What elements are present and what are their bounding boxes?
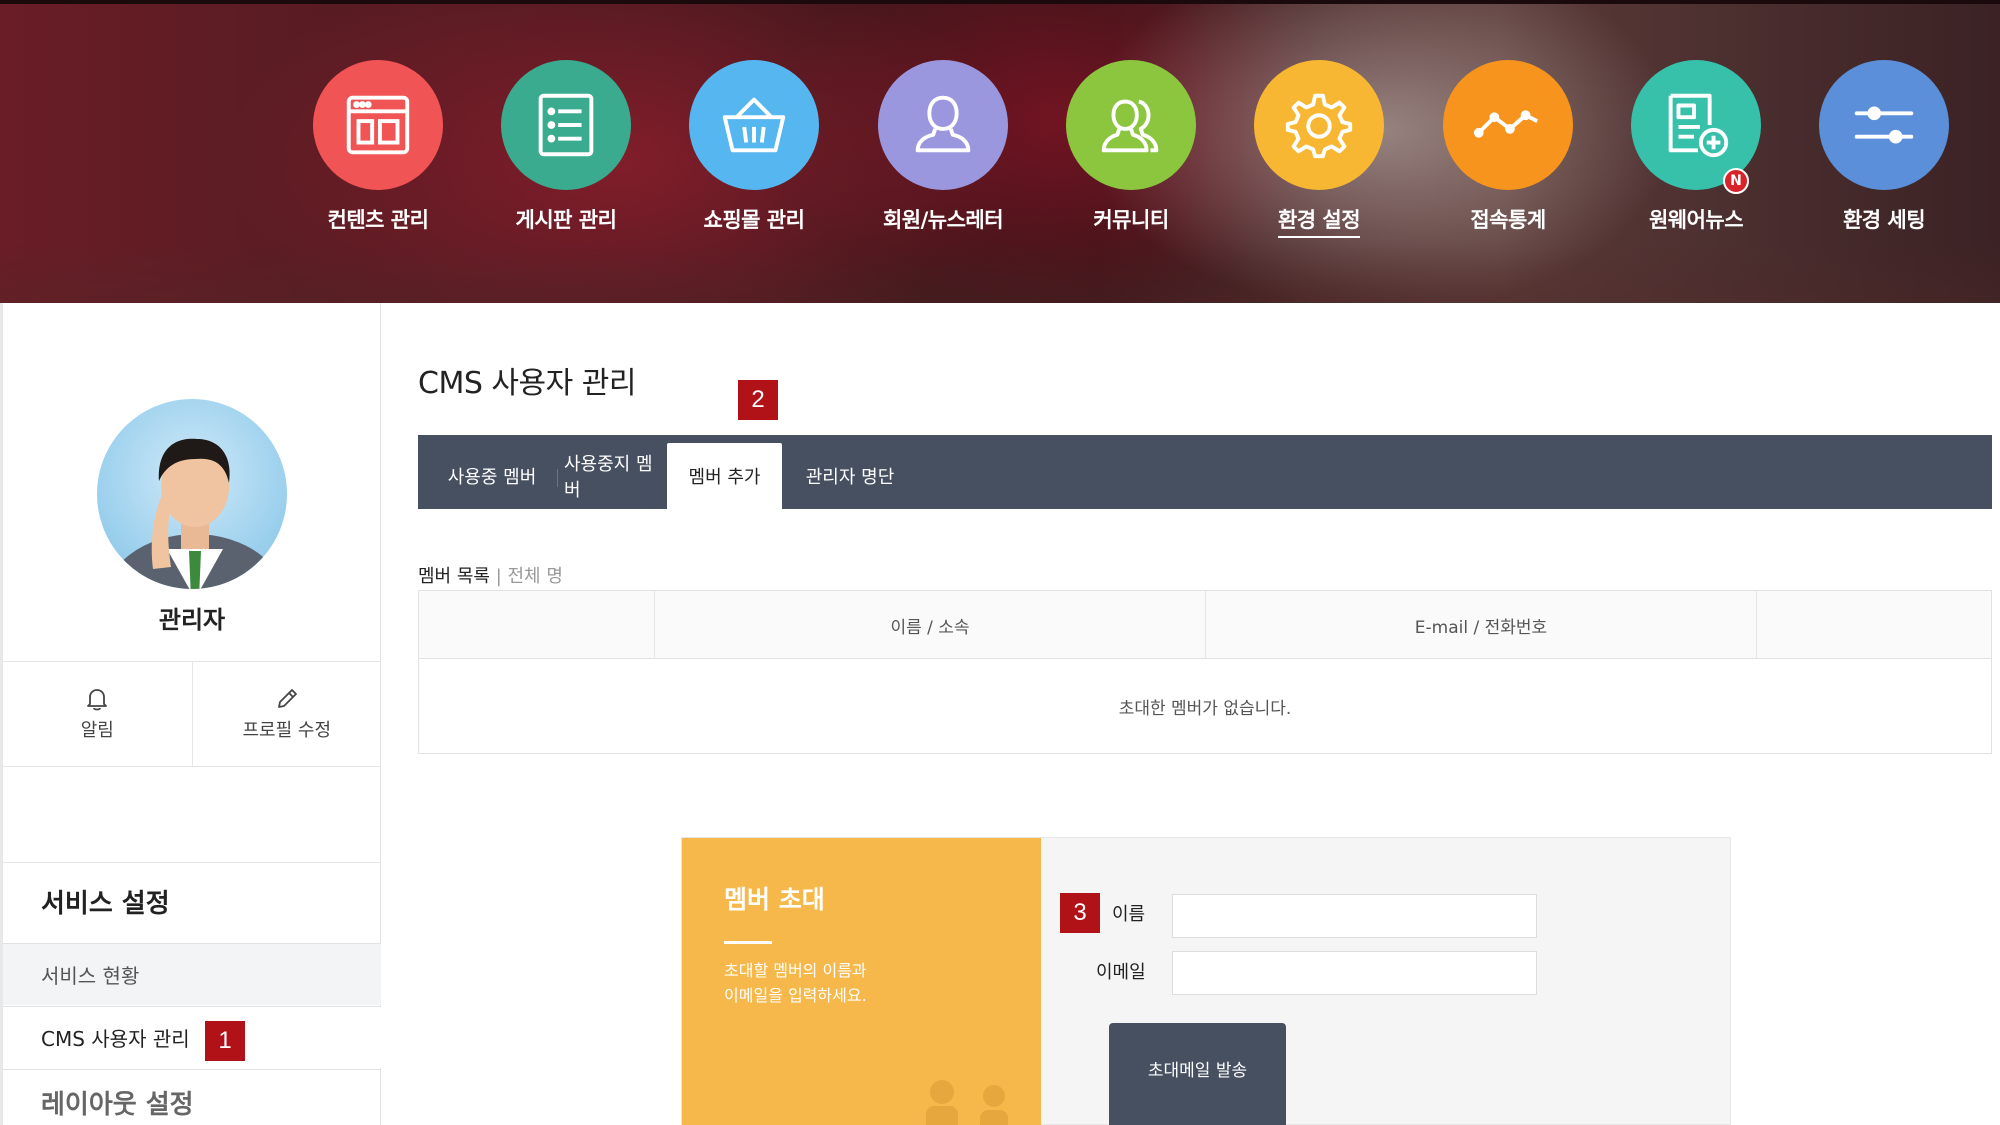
menu-community[interactable]: 커뮤니티 bbox=[1036, 60, 1226, 250]
menu-label: 원웨어뉴스 bbox=[1648, 208, 1744, 232]
tab-active-members[interactable]: 사용중 멤버 bbox=[432, 443, 552, 509]
new-badge: N bbox=[1723, 168, 1749, 194]
edit-profile-label: 프로필 수정 bbox=[242, 720, 332, 741]
email-input[interactable] bbox=[1172, 951, 1537, 995]
send-invite-button[interactable]: 초대메일 발송 bbox=[1109, 1023, 1286, 1125]
content-circle bbox=[313, 60, 443, 190]
edit-profile-button[interactable]: 프로필 수정 bbox=[191, 662, 382, 766]
profile-name: 관리자 bbox=[158, 606, 226, 634]
invite-promo: 멤버 초대 초대할 멤버의 이름과 이메일을 입력하세요. bbox=[682, 838, 1041, 1125]
basket-icon bbox=[722, 97, 786, 153]
menu-environment-setup[interactable]: 환경 세팅 bbox=[1789, 60, 1979, 250]
member-list-caption: 멤버 목록 | 전체 명 bbox=[418, 562, 563, 588]
menu-label: 쇼핑몰 관리 bbox=[703, 208, 805, 232]
gear-icon bbox=[1285, 93, 1353, 159]
menu-label: 회원/뉴스레터 bbox=[882, 208, 1004, 232]
sidebar-item-label: CMS 사용자 관리 bbox=[41, 1027, 190, 1051]
layout-settings-heading[interactable]: 레이아웃 설정 bbox=[3, 1069, 381, 1125]
notification-label: 알림 bbox=[80, 720, 114, 741]
menu-oneware-news[interactable]: N 원웨어뉴스 bbox=[1601, 60, 1791, 250]
person-photo-icon bbox=[105, 438, 285, 589]
step-marker-3: 3 bbox=[1060, 893, 1100, 933]
user-icon bbox=[915, 95, 971, 153]
member-table: 이름 / 소속 E-mail / 전화번호 초대한 멤버가 없습니다. bbox=[418, 590, 1992, 754]
column-header bbox=[419, 591, 655, 659]
sidebar: 관리자 알림 프로필 수정 서비스 설정 서비스 현황 CMS 사용자 관리 1… bbox=[0, 303, 381, 1125]
step-marker-2: 2 bbox=[738, 380, 778, 420]
page-title: CMS 사용자 관리 bbox=[418, 366, 636, 401]
trend-icon bbox=[1473, 110, 1539, 138]
invite-description: 초대할 멤버의 이름과 이메일을 입력하세요. bbox=[724, 958, 974, 1008]
settings-circle bbox=[1254, 60, 1384, 190]
sidebar-spacer bbox=[3, 767, 381, 863]
menu-label: 커뮤니티 bbox=[1093, 208, 1169, 232]
users-icon bbox=[1101, 99, 1159, 153]
sliders-icon bbox=[1854, 106, 1914, 144]
menu-label: 게시판 관리 bbox=[515, 208, 617, 232]
layout-icon bbox=[346, 95, 410, 155]
board-circle bbox=[501, 60, 631, 190]
member-list-title: 멤버 목록 bbox=[418, 566, 490, 587]
sidebar-item-cms-users[interactable]: CMS 사용자 관리 bbox=[3, 1006, 381, 1068]
column-header bbox=[1757, 591, 1991, 659]
statistics-circle bbox=[1443, 60, 1573, 190]
menu-label: 환경 설정 bbox=[1277, 204, 1361, 238]
name-input[interactable] bbox=[1172, 894, 1537, 938]
tab-divider bbox=[557, 469, 558, 487]
avatar[interactable] bbox=[97, 399, 287, 589]
sidebar-item-service-status[interactable]: 서비스 현황 bbox=[3, 943, 381, 1005]
tab-bar: 사용중 멤버 사용중지 멤버 멤버 추가 관리자 명단 bbox=[418, 435, 1992, 509]
column-header-name: 이름 / 소속 bbox=[655, 591, 1206, 659]
member-count: | 전체 명 bbox=[495, 566, 563, 587]
menu-label: 접속통계 bbox=[1470, 208, 1546, 232]
pencil-icon bbox=[277, 689, 297, 708]
tab-admin-list[interactable]: 관리자 명단 bbox=[790, 443, 910, 509]
menu-member-newsletter[interactable]: 회원/뉴스레터 bbox=[848, 60, 1038, 250]
table-header: 이름 / 소속 E-mail / 전화번호 bbox=[419, 591, 1991, 659]
service-settings-heading: 서비스 설정 bbox=[41, 889, 170, 919]
tab-suspended-members[interactable]: 사용중지 멤버 bbox=[564, 443, 664, 509]
bell-icon bbox=[87, 689, 108, 711]
column-header-email: E-mail / 전화번호 bbox=[1206, 591, 1757, 659]
sidebar-item-label: 서비스 현황 bbox=[41, 964, 140, 988]
shopping-circle bbox=[689, 60, 819, 190]
send-invite-label: 초대메일 발송 bbox=[1147, 1061, 1248, 1081]
people-icon bbox=[926, 1080, 1008, 1125]
menu-label: 컨텐츠 관리 bbox=[327, 208, 429, 232]
invite-desc-line: 이메일을 입력하세요. bbox=[724, 986, 867, 1005]
top-banner: 컨텐츠 관리 게시판 관리 쇼핑몰 관리 회원/뉴스레터 커뮤니티 환경 설정 … bbox=[0, 0, 2000, 303]
list-icon bbox=[538, 93, 594, 157]
profile-actions: 알림 프로필 수정 bbox=[3, 661, 381, 767]
menu-statistics[interactable]: 접속통계 bbox=[1413, 60, 1603, 250]
menu-settings[interactable]: 환경 설정 bbox=[1224, 60, 1414, 250]
menu-shopping-management[interactable]: 쇼핑몰 관리 bbox=[659, 60, 849, 250]
community-circle bbox=[1066, 60, 1196, 190]
invite-panel: 멤버 초대 초대할 멤버의 이름과 이메일을 입력하세요. 3 이름 이메일 초… bbox=[681, 837, 1731, 1125]
news-add-icon bbox=[1668, 93, 1729, 158]
member-circle bbox=[878, 60, 1008, 190]
step-marker-1: 1 bbox=[205, 1021, 245, 1061]
news-circle: N bbox=[1631, 60, 1761, 194]
environment-circle bbox=[1819, 60, 1949, 190]
email-label: 이메일 bbox=[1096, 962, 1146, 983]
invite-desc-line: 초대할 멤버의 이름과 bbox=[724, 961, 867, 980]
menu-label: 환경 세팅 bbox=[1842, 208, 1926, 232]
name-label: 이름 bbox=[1112, 904, 1146, 925]
invite-divider bbox=[724, 941, 772, 944]
tab-add-member[interactable]: 멤버 추가 bbox=[667, 443, 782, 509]
menu-board-management[interactable]: 게시판 관리 bbox=[471, 60, 661, 250]
notification-button[interactable]: 알림 bbox=[3, 662, 192, 766]
menu-content-management[interactable]: 컨텐츠 관리 bbox=[283, 60, 473, 250]
invite-title: 멤버 초대 bbox=[724, 885, 825, 914]
empty-message: 초대한 멤버가 없습니다. bbox=[1118, 698, 1292, 719]
